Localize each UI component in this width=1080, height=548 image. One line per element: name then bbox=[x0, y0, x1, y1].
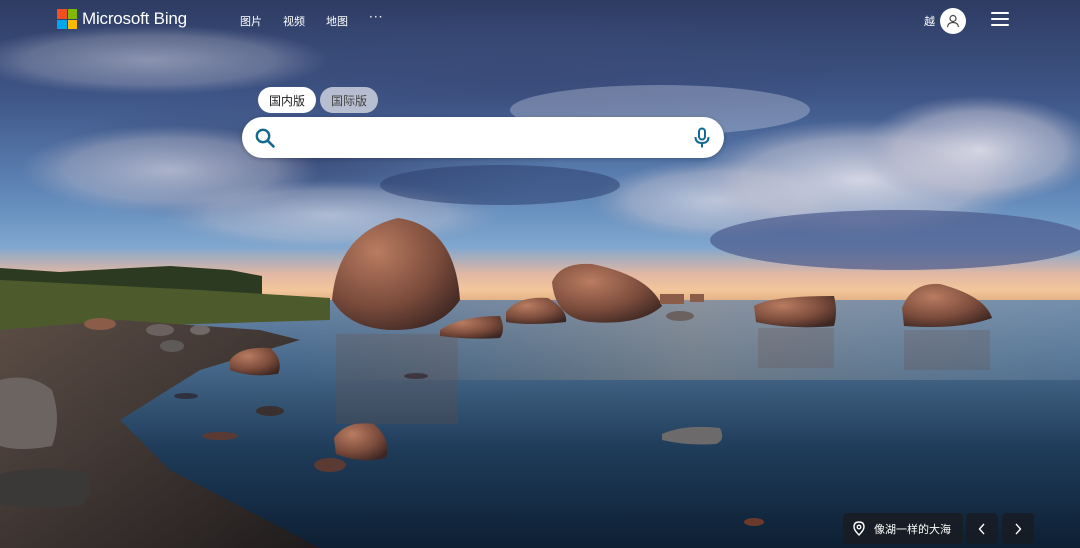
image-location-text: 像湖一样的大海 bbox=[874, 522, 951, 536]
logo-square-red bbox=[57, 9, 67, 19]
search-box bbox=[242, 117, 724, 158]
menu-line bbox=[991, 24, 1009, 26]
microphone-icon[interactable] bbox=[693, 127, 711, 149]
search-icon[interactable] bbox=[254, 127, 276, 149]
nav-more-button[interactable]: ··· bbox=[369, 10, 383, 29]
background-image bbox=[0, 0, 1080, 548]
chevron-right-icon bbox=[1015, 523, 1022, 534]
user-icon bbox=[946, 14, 960, 28]
logo-square-blue bbox=[57, 19, 67, 29]
previous-image-button[interactable] bbox=[966, 513, 998, 544]
logo-square-green bbox=[67, 9, 77, 19]
user-name: 越 bbox=[924, 15, 935, 28]
logo-square-yellow bbox=[67, 19, 77, 29]
avatar[interactable] bbox=[940, 8, 966, 34]
menu-line bbox=[991, 18, 1009, 20]
nav-videos[interactable]: 视频 bbox=[283, 13, 305, 29]
region-tabs: 国内版 国际版 bbox=[258, 87, 379, 113]
next-image-button[interactable] bbox=[1002, 513, 1034, 544]
image-location-button[interactable]: 像湖一样的大海 bbox=[843, 513, 963, 544]
menu-line bbox=[991, 12, 1009, 14]
user-account[interactable]: 越 bbox=[924, 8, 966, 34]
microsoft-logo-icon bbox=[57, 9, 77, 29]
search-input[interactable] bbox=[286, 123, 680, 153]
location-pin-icon bbox=[853, 521, 865, 536]
bing-logo[interactable]: Microsoft Bing bbox=[57, 9, 187, 29]
tab-international[interactable]: 国际版 bbox=[320, 87, 379, 113]
nav-maps[interactable]: 地图 bbox=[326, 13, 348, 29]
top-nav: 图片 视频 地图 ··· bbox=[240, 10, 404, 29]
tab-domestic[interactable]: 国内版 bbox=[258, 87, 317, 113]
nav-images[interactable]: 图片 bbox=[240, 13, 262, 29]
hamburger-menu-icon[interactable] bbox=[991, 12, 1009, 26]
top-bar: Microsoft Bing 图片 视频 地图 ··· 越 bbox=[0, 0, 1080, 40]
chevron-left-icon bbox=[978, 523, 985, 534]
brand-text: Microsoft Bing bbox=[82, 9, 187, 28]
